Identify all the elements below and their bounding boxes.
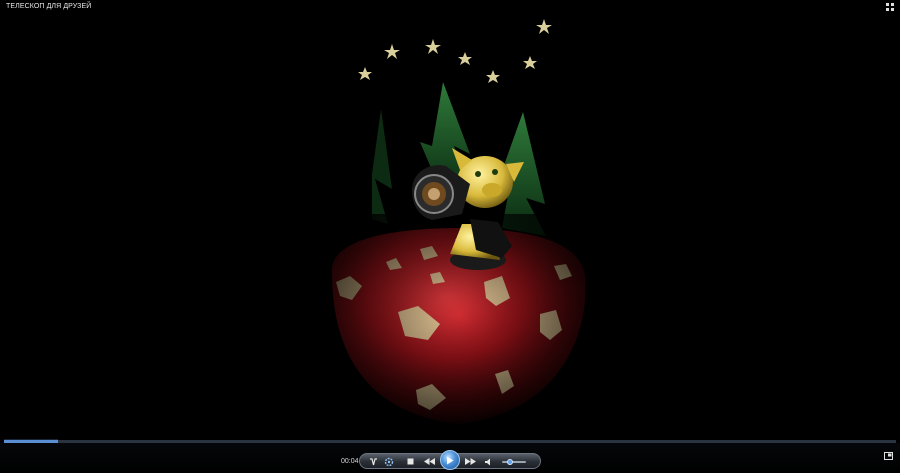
speaker-icon [485, 458, 490, 465]
previous-icon [423, 458, 435, 465]
stop-icon [407, 458, 413, 465]
play-icon [447, 456, 454, 464]
stars [358, 19, 552, 83]
volume-slider-thumb[interactable] [507, 459, 514, 465]
repeat-button[interactable] [383, 456, 394, 467]
previous-button[interactable] [423, 457, 435, 466]
stop-button[interactable] [405, 457, 415, 466]
current-time: 00:04 [341, 458, 359, 465]
next-button[interactable] [464, 457, 476, 466]
repeat-icon [384, 457, 393, 466]
next-icon [464, 458, 476, 465]
play-button[interactable] [440, 450, 460, 470]
video-frame[interactable] [0, 14, 900, 440]
volume-slider[interactable] [502, 459, 526, 465]
switch-view-icon[interactable] [886, 3, 894, 11]
title-bar: ТЕЛЕСКОП ДЛЯ ДРУЗЕЙ [0, 0, 900, 14]
fullscreen-icon[interactable] [884, 452, 893, 460]
video-scene [320, 19, 600, 440]
shuffle-button[interactable] [368, 457, 378, 466]
shuffle-icon [369, 457, 377, 465]
controls-strip: 00:04 [0, 443, 900, 473]
window-title: ТЕЛЕСКОП ДЛЯ ДРУЗЕЙ [6, 3, 92, 10]
mute-button[interactable] [484, 457, 494, 466]
